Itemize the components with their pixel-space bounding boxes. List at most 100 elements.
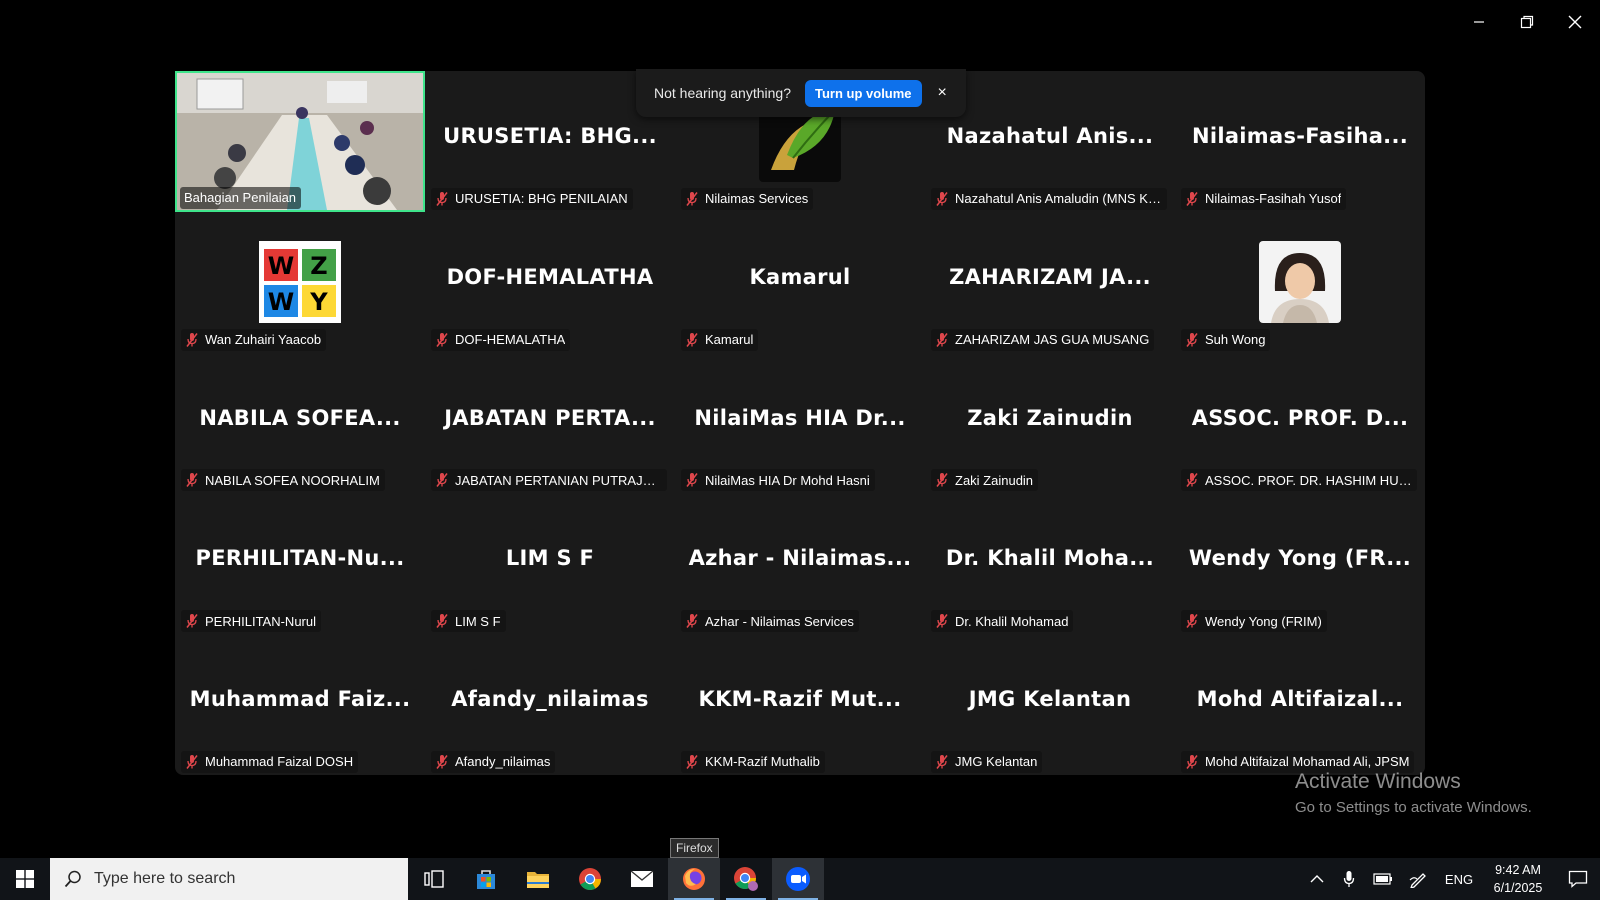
participant-tile[interactable]: PERHILITAN-Nu... PERHILITAN-Nurul <box>175 493 425 634</box>
muted-mic-icon <box>186 754 198 769</box>
participant-tile[interactable]: DOF-HEMALATHA DOF-HEMALATHA <box>425 212 675 353</box>
firefox-button[interactable] <box>668 858 720 900</box>
participant-name-tag: NABILA SOFEA NOORHALIM <box>181 469 385 492</box>
participant-name: NABILA SOFEA NOORHALIM <box>205 472 380 488</box>
turn-up-volume-button[interactable]: Turn up volume <box>805 79 922 107</box>
participant-name-tag: Nilaimas Services <box>681 187 814 210</box>
zoom-button[interactable] <box>772 858 824 900</box>
participant-display-name: URUSETIA: BHG... <box>443 124 657 148</box>
clock[interactable]: 9:42 AM 6/1/2025 <box>1480 858 1556 900</box>
participant-display-name: Zaki Zainudin <box>967 405 1133 430</box>
action-center-button[interactable] <box>1556 858 1600 900</box>
microphone-tray-button[interactable] <box>1332 858 1366 900</box>
participant-name-tag: Dr. Khalil Mohamad <box>931 610 1074 633</box>
taskbar-tooltip: Firefox <box>670 838 719 858</box>
restore-button[interactable] <box>1504 8 1550 36</box>
firefox-icon <box>683 868 705 890</box>
participant-name-tag: Muhammad Faizal DOSH <box>181 750 359 773</box>
participant-tile[interactable]: Zaki Zainudin Zaki Zainudin <box>925 353 1175 494</box>
participant-name: JABATAN PERTANIAN PUTRAJAYA <box>455 472 662 488</box>
participant-name-tag: Azhar - Nilaimas Services <box>681 610 859 633</box>
muted-mic-icon <box>1186 191 1198 206</box>
participant-tile[interactable]: Suh Wong <box>1175 212 1425 353</box>
participant-name: Dr. Khalil Mohamad <box>955 613 1069 629</box>
show-hidden-icons-button[interactable] <box>1302 858 1332 900</box>
participant-tile[interactable]: Dr. Khalil Moha... Dr. Khalil Mohamad <box>925 493 1175 634</box>
participant-name-tag: Suh Wong <box>1181 328 1271 351</box>
participant-name-tag: ZAHARIZAM JAS GUA MUSANG <box>931 328 1155 351</box>
participant-tile[interactable]: ASSOC. PROF. D... ASSOC. PROF. DR. HASHIM… <box>1175 353 1425 494</box>
search-icon <box>64 870 81 888</box>
participant-display-name: NABILA SOFEA... <box>199 405 401 430</box>
taskbar-search-box[interactable]: Type here to search <box>50 858 408 900</box>
participant-display-name: Nilaimas-Fasiha... <box>1191 124 1409 148</box>
participant-tile[interactable]: Mohd Altifaizal... Mohd Altifaizal Mohama… <box>1175 634 1425 775</box>
participant-tile[interactable]: Nilaimas-Fasiha... Nilaimas-Fasihah Yusof <box>1175 71 1425 212</box>
clock-time: 9:42 AM <box>1495 863 1541 877</box>
activate-windows-watermark: Activate Windows Go to Settings to activ… <box>1295 770 1532 816</box>
participant-display-name: LIM S F <box>505 546 595 571</box>
participant-name: Kamarul <box>705 332 754 348</box>
muted-mic-icon <box>686 473 698 488</box>
clock-text: 9:42 AM 6/1/2025 <box>1483 861 1553 897</box>
participant-display-name: JABATAN PERTA... <box>444 405 656 430</box>
task-view-button[interactable] <box>408 858 460 900</box>
participant-tile[interactable]: LIM S F LIM S F <box>425 493 675 634</box>
participant-display-name: KKM-Razif Mut... <box>698 687 902 712</box>
participant-tile[interactable]: Kamarul Kamarul <box>675 212 925 353</box>
muted-mic-icon <box>186 332 198 347</box>
muted-mic-icon <box>686 614 698 629</box>
notification-message: Not hearing anything? <box>654 85 791 101</box>
notification-close-button[interactable]: × <box>938 84 947 102</box>
participant-tile[interactable]: Afandy_nilaimas Afandy_nilaimas <box>425 634 675 775</box>
muted-mic-icon <box>936 754 948 769</box>
audio-notification: Not hearing anything? Turn up volume × <box>636 69 966 117</box>
participant-tile[interactable]: JABATAN PERTA... JABATAN PERTANIAN PUTRAJ… <box>425 353 675 494</box>
pen-workspace-button[interactable] <box>1400 858 1438 900</box>
participant-display-name: Nazahatul Anis... <box>946 124 1154 148</box>
start-button[interactable] <box>0 858 50 900</box>
participant-name-tag: NilaiMas HIA Dr Mohd Hasni <box>681 469 875 492</box>
participant-tile[interactable]: NABILA SOFEA... NABILA SOFEA NOORHALIM <box>175 353 425 494</box>
participant-name-tag: Afandy_nilaimas <box>431 750 556 773</box>
participant-name: PERHILITAN-Nurul <box>205 613 317 629</box>
participant-name-tag: Wendy Yong (FRIM) <box>1181 610 1327 633</box>
chrome-profile-button[interactable] <box>720 858 772 900</box>
participant-name: JMG Kelantan <box>955 754 1038 770</box>
participant-name: URUSETIA: BHG PENILAIAN <box>455 191 628 207</box>
battery-tray-button[interactable] <box>1366 858 1400 900</box>
search-placeholder: Type here to search <box>94 870 236 887</box>
watermark-title: Activate Windows <box>1295 770 1461 793</box>
minimize-button[interactable] <box>1456 8 1502 36</box>
muted-mic-icon <box>1186 332 1198 347</box>
participant-display-name: PERHILITAN-Nu... <box>195 546 405 571</box>
close-window-button[interactable] <box>1552 8 1598 36</box>
file-explorer-button[interactable] <box>512 858 564 900</box>
muted-mic-icon <box>686 754 698 769</box>
participant-tile[interactable]: Azhar - Nilaimas... Azhar - Nilaimas Serv… <box>675 493 925 634</box>
participant-tile[interactable]: NilaiMas HIA Dr... NilaiMas HIA Dr Mohd H… <box>675 353 925 494</box>
clock-date: 6/1/2025 <box>1493 881 1543 895</box>
participant-display-name: Mohd Altifaizal... <box>1196 687 1404 712</box>
participant-name-tag: Nilaimas-Fasihah Yusof <box>1181 187 1347 210</box>
chrome-button[interactable] <box>564 858 616 900</box>
mail-button[interactable] <box>616 858 668 900</box>
microsoft-store-button[interactable] <box>460 858 512 900</box>
participant-name: Mohd Altifaizal Mohamad Ali, JPSM <box>1205 754 1410 770</box>
participant-name: Wendy Yong (FRIM) <box>1205 613 1322 629</box>
participant-tile[interactable]: Bahagian Penilaian <box>175 71 425 212</box>
language-indicator[interactable]: ENG <box>1438 858 1480 900</box>
participant-tile[interactable]: KKM-Razif Mut... KKM-Razif Muthalib <box>675 634 925 775</box>
participant-tile[interactable]: JMG Kelantan JMG Kelantan <box>925 634 1175 775</box>
muted-mic-icon <box>186 473 198 488</box>
participant-name-tag: Bahagian Penilaian <box>180 186 302 209</box>
participant-display-name: Kamarul <box>749 264 851 289</box>
participant-tile[interactable]: Muhammad Faiz... Muhammad Faizal DOSH <box>175 634 425 775</box>
participant-tile[interactable]: Wendy Yong (FR... Wendy Yong (FRIM) <box>1175 493 1425 634</box>
windows-logo-icon <box>16 870 34 888</box>
participant-tile[interactable]: W Z W Y Wan Zuhairi Yaacob <box>175 212 425 353</box>
participant-name-tag: PERHILITAN-Nurul <box>181 610 322 633</box>
participant-name-tag: URUSETIA: BHG PENILAIAN <box>431 187 633 210</box>
participant-tile[interactable]: ZAHARIZAM JA... ZAHARIZAM JAS GUA MUSANG <box>925 212 1175 353</box>
svg-text:W: W <box>268 288 294 316</box>
